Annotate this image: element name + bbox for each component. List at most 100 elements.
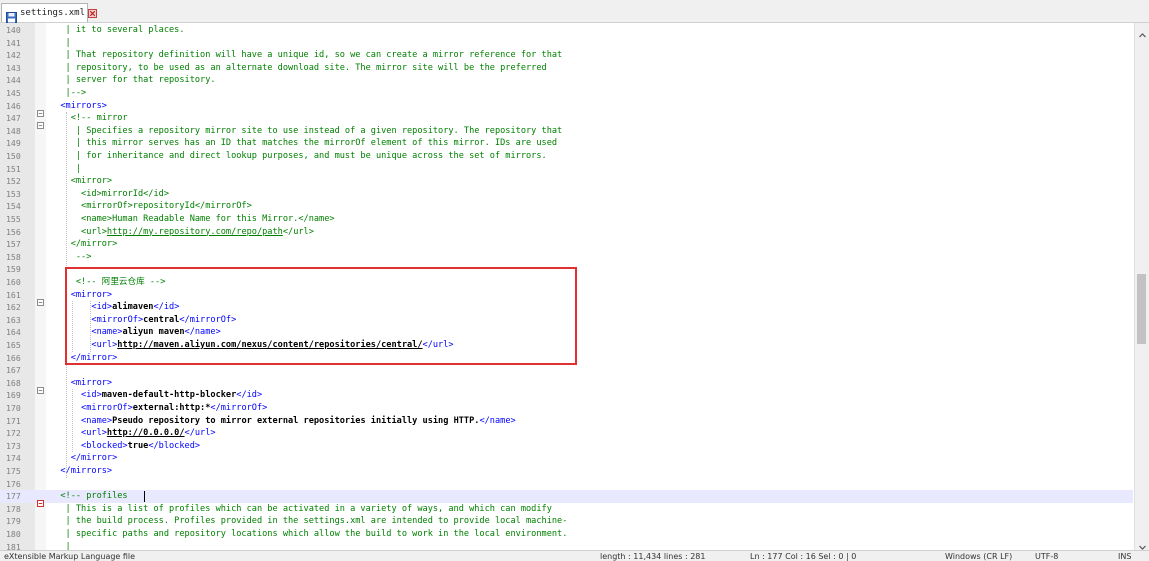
code-token: <name> xyxy=(50,415,113,426)
code-text: <mirrorOf>repositoryId</mirrorOf> xyxy=(50,200,252,213)
code-token: <name>Human Readable Name for this Mirro… xyxy=(50,214,335,224)
code-line[interactable]: 152 <mirror> xyxy=(0,175,1133,188)
code-token: | xyxy=(50,541,71,550)
code-line[interactable]: 156 <url>http://my.repository.com/repo/p… xyxy=(0,226,1133,239)
code-line[interactable]: 173 <blocked>true</blocked> xyxy=(0,440,1133,453)
editor-area[interactable]: 140 | it to several places. 141 | 142 | Th… xyxy=(0,23,1133,550)
code-text: | for inheritance and direct lookup purp… xyxy=(50,150,547,163)
line-number: 144 xyxy=(6,75,21,86)
line-number: 167 xyxy=(6,365,21,376)
text-caret xyxy=(144,491,145,503)
code-token: external:http:* xyxy=(132,403,211,413)
line-number: 163 xyxy=(6,314,21,325)
line-number: 150 xyxy=(6,151,21,161)
code-token: | That repository definition will have a… xyxy=(50,50,563,61)
line-number: 148 xyxy=(6,125,21,136)
line-number: 141 xyxy=(6,37,21,48)
line-number: 161 xyxy=(6,289,21,300)
code-line[interactable]: 167 xyxy=(0,364,1133,377)
code-line[interactable]: 146 <mirrors> xyxy=(0,100,1133,117)
code-line[interactable]: 149 | this mirror serves has an ID that … xyxy=(0,137,1133,150)
code-token: <mirrors> xyxy=(50,100,107,111)
code-text: | it to several places. xyxy=(50,24,185,37)
code-text: <id>maven-default-http-blocker</id> xyxy=(50,389,262,402)
code-line[interactable]: 174 </mirror> xyxy=(0,452,1133,465)
code-line[interactable]: 153 <id>mirrorId</id> xyxy=(0,188,1133,201)
code-line[interactable]: 179 | the build process. Profiles provid… xyxy=(0,515,1133,528)
line-number: 175 xyxy=(6,466,21,476)
code-token: <url> xyxy=(50,428,107,439)
scroll-down-icon[interactable] xyxy=(1138,537,1147,550)
code-text: <url>http://0.0.0.0/</url> xyxy=(50,427,216,440)
code-token: <mirror> xyxy=(50,176,113,187)
code-line[interactable]: 157 </mirror> xyxy=(0,238,1133,251)
code-line[interactable]: 180 | specific paths and repository loca… xyxy=(0,528,1133,541)
code-line[interactable]: 170 <mirrorOf>external:http:*</mirrorOf> xyxy=(0,402,1133,415)
line-number: 153 xyxy=(6,188,21,199)
code-token: | it to several places. xyxy=(50,25,185,35)
line-number: 155 xyxy=(6,214,21,224)
code-line[interactable]: 177 <!-- profiles xyxy=(0,490,1133,508)
line-number: 178 xyxy=(6,503,21,514)
code-line[interactable]: 158 --> xyxy=(0,251,1133,264)
code-line[interactable]: 140 | it to several places. xyxy=(0,24,1133,37)
code-text: </mirror> xyxy=(50,238,118,251)
code-token: </id> xyxy=(236,390,263,401)
code-line[interactable]: 143 | repository, to be used as an alter… xyxy=(0,62,1133,75)
line-number: 149 xyxy=(6,138,21,149)
code-line[interactable]: 169 <id>maven-default-http-blocker</id> xyxy=(0,389,1133,402)
fold-minus-icon[interactable] xyxy=(37,114,44,130)
code-line[interactable]: 176 xyxy=(0,478,1133,491)
code-line[interactable]: 151 | xyxy=(0,163,1133,176)
code-line[interactable]: 144 | server for that repository. xyxy=(0,74,1133,87)
code-token: | Specifies a repository mirror site to … xyxy=(50,125,563,136)
code-line[interactable]: 155 <name>Human Readable Name for this M… xyxy=(0,213,1133,226)
line-number: 152 xyxy=(6,176,21,187)
code-line[interactable]: 147 <!-- mirror xyxy=(0,112,1133,130)
scroll-up-icon[interactable] xyxy=(1138,25,1147,38)
code-line[interactable]: 181 | xyxy=(0,541,1133,550)
code-line[interactable]: 148 | Specifies a repository mirror site… xyxy=(0,125,1133,138)
fold-minus-icon[interactable] xyxy=(37,102,44,117)
code-text: | server for that repository. xyxy=(50,74,216,87)
code-line[interactable]: 168 <mirror> xyxy=(0,377,1133,394)
line-number: 170 xyxy=(6,403,21,413)
code-line[interactable]: 171 <name>Pseudo repository to mirror ex… xyxy=(0,415,1133,428)
line-number: 162 xyxy=(6,302,21,313)
code-line[interactable]: 178 | This is a list of profiles which c… xyxy=(0,503,1133,516)
code-token: | the build process. Profiles provided i… xyxy=(50,516,568,527)
code-token: | this mirror serves has an ID that matc… xyxy=(50,138,558,149)
line-number: 166 xyxy=(6,352,21,363)
code-token: </url> xyxy=(184,428,216,439)
close-tab-icon[interactable] xyxy=(88,8,98,18)
code-token: maven-default-http-blocker xyxy=(101,390,237,401)
line-number: 142 xyxy=(6,50,21,61)
code-token: | repository, to be used as an alternate… xyxy=(50,62,547,73)
code-line[interactable]: 141 | xyxy=(0,37,1133,50)
code-token: <blocked> xyxy=(50,440,128,451)
code-text: --> xyxy=(50,251,92,264)
tab-settings-xml[interactable]: settings.xml xyxy=(1,3,98,23)
code-token: | This is a list of profiles which can b… xyxy=(50,503,552,514)
code-text: | xyxy=(50,37,71,50)
fold-minus-icon[interactable] xyxy=(37,492,44,508)
code-text: | this mirror serves has an ID that matc… xyxy=(50,137,557,150)
code-token: </mirrors> xyxy=(50,466,113,476)
code-token: <!-- mirror xyxy=(50,113,128,124)
line-number: 140 xyxy=(6,25,21,35)
fold-minus-icon[interactable] xyxy=(37,379,44,394)
code-line[interactable]: 172 <url>http://0.0.0.0/</url> xyxy=(0,427,1133,440)
code-line[interactable]: 145 |--> xyxy=(0,87,1133,100)
fold-minus-icon[interactable] xyxy=(37,291,44,306)
scrollbar-thumb[interactable] xyxy=(1137,274,1146,344)
line-number: 177 xyxy=(6,491,21,502)
code-token: </mirror> xyxy=(50,453,118,464)
line-number: 181 xyxy=(6,541,21,550)
code-line[interactable]: 175 </mirrors> xyxy=(0,465,1133,478)
code-text: | Specifies a repository mirror site to … xyxy=(50,125,562,138)
code-line[interactable]: 150 | for inheritance and direct lookup … xyxy=(0,150,1133,163)
code-text: | That repository definition will have a… xyxy=(50,49,563,62)
vertical-scrollbar[interactable] xyxy=(1134,23,1149,550)
code-line[interactable]: 142 | That repository definition will ha… xyxy=(0,49,1133,62)
code-line[interactable]: 154 <mirrorOf>repositoryId</mirrorOf> xyxy=(0,200,1133,213)
